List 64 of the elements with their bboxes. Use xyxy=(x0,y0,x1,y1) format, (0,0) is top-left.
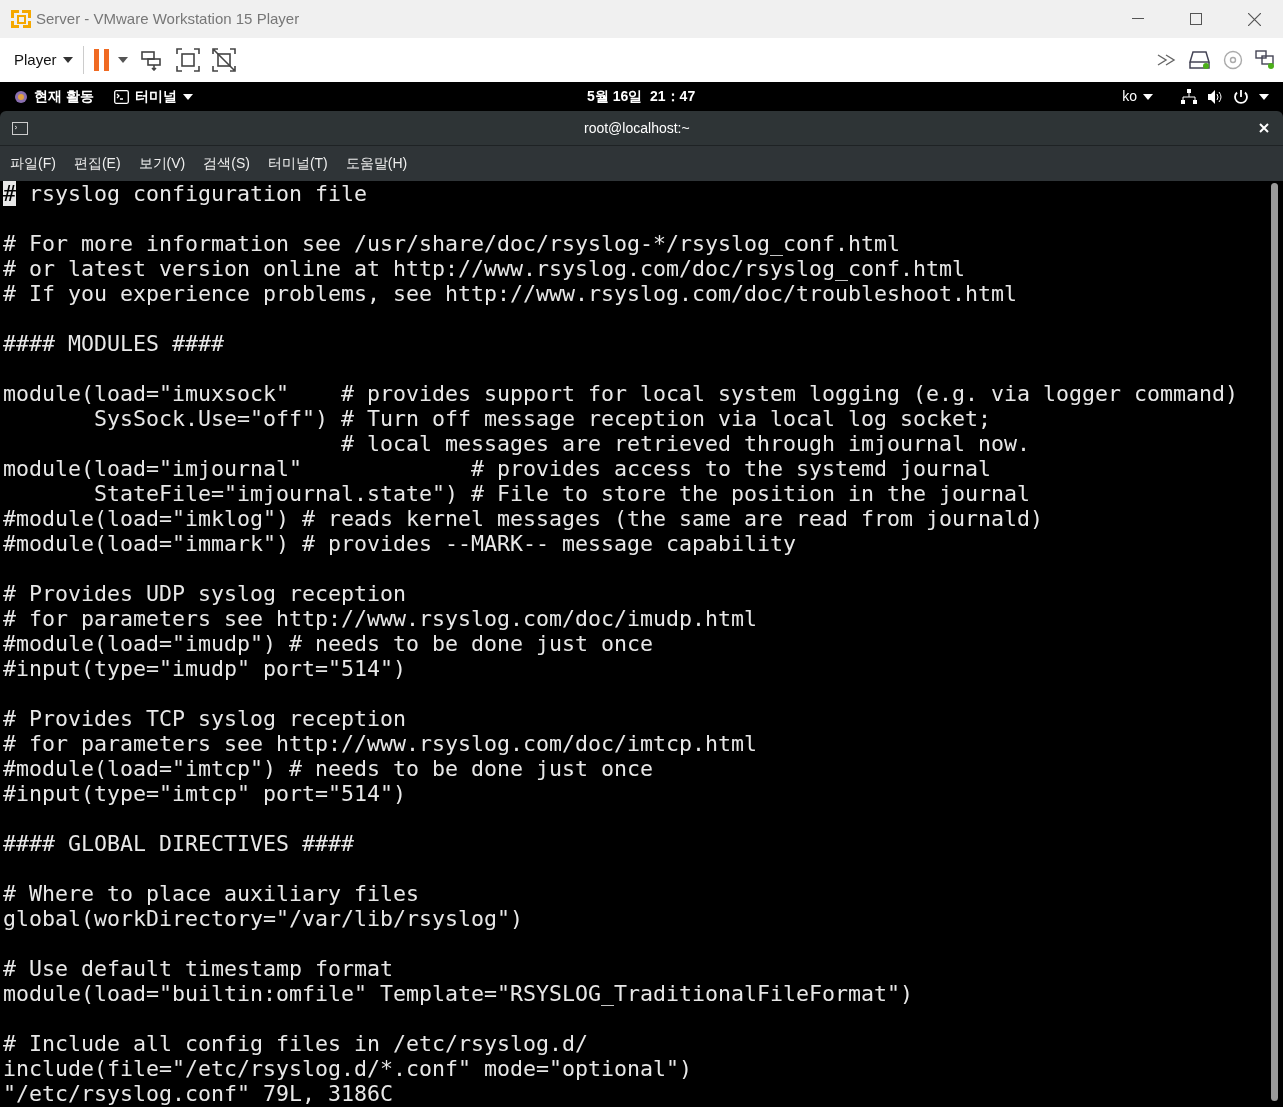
terminal-line: #module(load="imudp") # needs to be done just once xyxy=(3,631,654,656)
text-cursor: # xyxy=(3,181,16,206)
terminal-line: #### MODULES #### xyxy=(3,331,224,356)
menu-item[interactable]: 검색(S) xyxy=(203,153,250,174)
terminal-line: #### GLOBAL DIRECTIVES #### xyxy=(3,831,354,856)
terminal-line: # for parameters see http://www.rsyslog.com/doc/imtcp.html xyxy=(3,731,758,756)
caret-icon xyxy=(182,93,193,100)
window-title: Server - VMware Workstation 15 Player xyxy=(36,8,300,29)
app-menu-button[interactable]: 터미널 xyxy=(113,86,193,107)
terminal-icon xyxy=(12,121,28,135)
activities-button[interactable]: 현재 활동 xyxy=(14,86,94,107)
caret-icon xyxy=(1143,93,1153,100)
menu-item[interactable]: 터미널(T) xyxy=(267,153,328,174)
terminal-line: global(workDirectory="/var/lib/rsyslog") xyxy=(3,906,524,931)
menu-item[interactable]: 보기(V) xyxy=(138,153,186,174)
terminal-line: #input(type="imudp" port="514") xyxy=(3,656,407,681)
input-source-button[interactable]: ko xyxy=(1122,86,1153,107)
terminal-line: # For more information see /usr/share/doc/rsyslog-*/rsyslog_conf.html xyxy=(3,231,901,256)
terminal-line: module(load="builtin:omfile" Template="RSYSLOG_TraditionalFileFormat") xyxy=(3,981,914,1006)
pause-icon[interactable] xyxy=(93,49,110,71)
terminal-line: # for parameters see http://www.rsyslog.com/doc/imudp.html xyxy=(3,606,758,631)
clock[interactable]: 5월 16일 21：47 xyxy=(587,86,696,107)
terminal-line: include(file="/etc/rsyslog.d/*.conf" mode="optional") xyxy=(3,1056,693,1081)
terminal-line: # Provides UDP syslog reception xyxy=(3,581,407,606)
network-adapter-icon[interactable] xyxy=(1255,50,1275,70)
terminal-line: # local messages are retrieved through imjournal now. xyxy=(340,431,1031,456)
terminal-line: module(load="imuxsock" # provides support for local system logging (e.g. via logger command) xyxy=(3,381,1239,406)
volume-icon xyxy=(1207,88,1223,105)
terminal-line: #module(load="imklog") # reads kernel messages (the same are read from journald) xyxy=(3,506,1044,531)
terminal-title: root@localhost:~ xyxy=(584,118,690,138)
terminal-line: # Use default timestamp format xyxy=(3,956,394,981)
unity-icon[interactable] xyxy=(211,48,236,72)
maximize-icon[interactable] xyxy=(1190,13,1202,25)
terminal-line: # or latest version online at http://www.rsyslog.com/doc/rsyslog_conf.html xyxy=(3,256,966,281)
terminal-line: #module(load="imtcp") # needs to be done just once xyxy=(3,756,654,781)
hard-disk-icon[interactable] xyxy=(1189,50,1211,70)
terminal-line: # If you experience problems, see http://www.rsyslog.com/doc/troubleshoot.html xyxy=(3,281,1018,306)
minimize-icon[interactable] xyxy=(1132,18,1144,20)
terminal-line: # Include all config files in /etc/rsyslog.d/ xyxy=(3,1031,589,1056)
network-icon xyxy=(1181,88,1197,105)
menu-item[interactable]: 파일(F) xyxy=(10,153,56,174)
terminal-line: rsyslog configuration file xyxy=(28,181,368,206)
player-menu-button[interactable]: Player xyxy=(14,48,73,72)
menu-item[interactable]: 도움말(H) xyxy=(345,153,408,174)
terminal-line: # Provides TCP syslog reception xyxy=(3,706,407,731)
terminal-line: SysSock.Use="off") # Turn off message reception via local log socket; xyxy=(93,406,992,431)
terminal-line: StateFile="imjournal.state") # File to store the position in the journal xyxy=(93,481,1031,506)
send-keys-icon[interactable] xyxy=(139,49,164,71)
terminal-line: #input(type="imtcp" port="514") xyxy=(3,781,407,806)
terminal-line: module(load="imjournal" # provides access to the systemd journal xyxy=(3,456,992,481)
terminal-line: #module(load="immark") # provides --MARK-- message capability xyxy=(3,531,797,556)
caret-icon xyxy=(62,57,73,63)
terminal-icon xyxy=(113,89,129,104)
power-icon xyxy=(1233,88,1249,105)
fullscreen-icon[interactable] xyxy=(175,48,200,72)
terminal-line: # Where to place auxiliary files xyxy=(3,881,420,906)
double-chevron-icon[interactable] xyxy=(1157,54,1177,66)
menu-item[interactable]: 편집(E) xyxy=(73,153,121,174)
caret-icon xyxy=(1259,93,1269,100)
scrollbar[interactable] xyxy=(1271,183,1278,1101)
close-icon[interactable] xyxy=(1247,12,1261,26)
system-menu[interactable] xyxy=(1181,88,1269,105)
terminal-line: "/etc/rsyslog.conf" 79L, 3186C xyxy=(3,1081,394,1106)
caret-icon xyxy=(117,57,128,63)
